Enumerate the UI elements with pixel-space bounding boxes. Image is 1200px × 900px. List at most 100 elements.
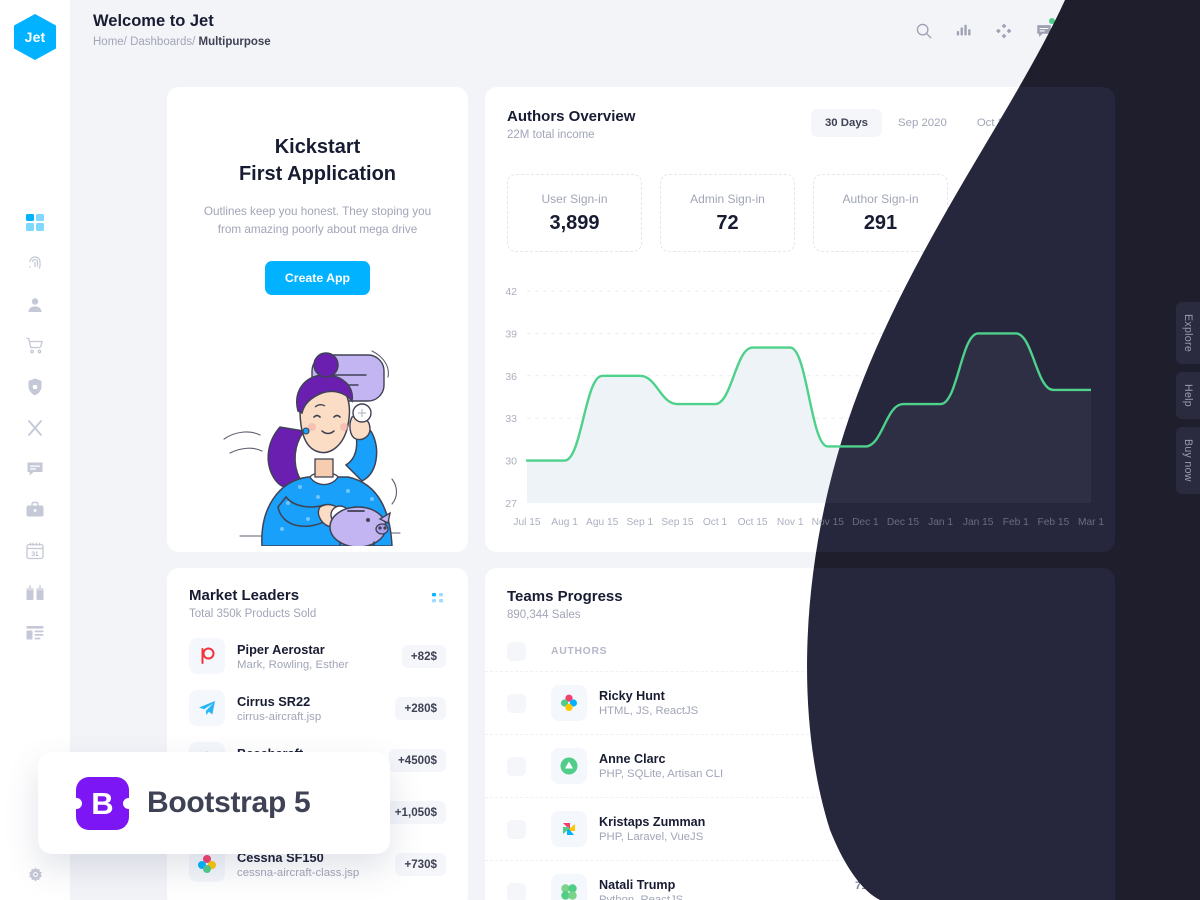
bootstrap-logo-letter: B bbox=[91, 785, 114, 821]
chat-icon bbox=[1035, 22, 1053, 45]
dots-menu-icon bbox=[432, 592, 446, 609]
x-tick-label: Oct 15 bbox=[738, 517, 768, 528]
stat-label: Author Sign-in bbox=[842, 191, 919, 206]
row-progress-pct: 85% bbox=[855, 753, 878, 766]
user-icon bbox=[25, 295, 45, 315]
dark-mode-toggle[interactable] bbox=[1112, 21, 1136, 45]
sidebar-item-layout[interactable] bbox=[18, 622, 52, 644]
x-tick-label: Aug 1 bbox=[551, 517, 578, 528]
figma-icon bbox=[551, 685, 587, 721]
column-action: ACTION bbox=[1048, 646, 1093, 657]
view-button[interactable]: View bbox=[1037, 878, 1093, 900]
sidebar-item-calendar[interactable]: 31 bbox=[18, 540, 52, 562]
sidebar-item-dashboard[interactable] bbox=[18, 212, 52, 234]
layout-icon bbox=[25, 623, 45, 643]
drive-icon bbox=[551, 748, 587, 784]
breadcrumb-home[interactable]: Home/ bbox=[93, 36, 127, 48]
list-item-amount: +82$ bbox=[401, 644, 446, 668]
grid-menu-button[interactable] bbox=[1072, 21, 1096, 45]
grid-icon bbox=[1075, 22, 1093, 45]
sidebar-item-fingerprint[interactable] bbox=[18, 253, 52, 275]
market-more-button[interactable] bbox=[432, 592, 446, 610]
sidebar-settings[interactable] bbox=[18, 864, 52, 886]
fingerprint-icon bbox=[25, 254, 45, 274]
y-tick-label: 27 bbox=[505, 498, 517, 510]
edge-tab-buy-now[interactable]: Buy now bbox=[1176, 427, 1200, 494]
edge-tab-explore[interactable]: Explore bbox=[1176, 302, 1200, 365]
market-subtitle: Total 350k Products Sold bbox=[189, 608, 317, 620]
row-checkbox[interactable] bbox=[507, 693, 526, 713]
header-actions bbox=[912, 0, 1186, 66]
chat-bubble-icon bbox=[25, 459, 45, 479]
tab-30-days[interactable]: 30 Days bbox=[810, 109, 883, 137]
sidebar-item-security[interactable] bbox=[18, 376, 52, 398]
x-tick-label: Jan 15 bbox=[963, 517, 994, 528]
sidebar-item-profile[interactable] bbox=[18, 294, 52, 316]
create-app-button[interactable]: Create App bbox=[264, 261, 371, 296]
shield-lock-icon bbox=[25, 377, 45, 397]
svg-text:31: 31 bbox=[31, 551, 39, 558]
bootstrap-badge[interactable]: B Bootstrap 5 bbox=[38, 752, 390, 854]
notifications-button[interactable] bbox=[1032, 18, 1056, 45]
progress-bar bbox=[855, 836, 1023, 842]
sidebar-item-messages[interactable] bbox=[18, 458, 52, 480]
breadcrumb-dashboards[interactable]: Dashboards/ bbox=[130, 36, 195, 48]
row-checkbox[interactable] bbox=[507, 756, 526, 776]
analytics-button[interactable] bbox=[952, 21, 976, 45]
app-logo[interactable]: Jet bbox=[14, 14, 56, 60]
authors-range-tabs: 30 Days Sep 2020 Oct 2020 More bbox=[810, 109, 1093, 137]
row-action: View bbox=[1023, 878, 1093, 900]
view-button[interactable]: View bbox=[1037, 815, 1093, 843]
x-tick-label: Sep 1 bbox=[626, 517, 653, 528]
teams-controls: All Users Search bbox=[871, 592, 1093, 624]
sidebar-item-briefcase[interactable] bbox=[18, 499, 52, 521]
user-avatar[interactable] bbox=[1152, 16, 1186, 50]
list-item[interactable]: Piper Aerostar Mark, Rowling, Esther +82… bbox=[167, 630, 468, 682]
tab-sep-2020[interactable]: Sep 2020 bbox=[884, 109, 961, 137]
x-tick-label: Dec 15 bbox=[887, 517, 920, 528]
row-action: View bbox=[1023, 815, 1093, 843]
apps-button[interactable] bbox=[992, 21, 1016, 45]
search-input[interactable]: Search bbox=[988, 592, 1093, 624]
select-all-checkbox[interactable] bbox=[507, 642, 526, 661]
list-item-text: Piper Aerostar Mark, Rowling, Esther bbox=[237, 642, 402, 671]
x-tick-label: Sep 15 bbox=[661, 517, 694, 528]
telegram-icon bbox=[189, 690, 225, 726]
row-author-name: Anne Clarc bbox=[599, 752, 666, 766]
sidebar-item-gifts[interactable] bbox=[18, 581, 52, 603]
kickstart-heading-line2: First Application bbox=[238, 162, 397, 185]
view-button[interactable]: View bbox=[1037, 752, 1093, 780]
x-tick-label: Feb 1 bbox=[1003, 517, 1029, 528]
row-author-skills: HTML, JS, ReactJS bbox=[599, 705, 699, 717]
tab-more[interactable]: More bbox=[1039, 109, 1093, 137]
table-row[interactable]: Kristaps Zumman PHP, Laravel, VueJS 47% … bbox=[485, 797, 1115, 860]
column-authors: AUTHORS bbox=[551, 646, 608, 657]
x-tick-label: Dec 1 bbox=[852, 517, 879, 528]
list-item-amount: +4500$ bbox=[388, 748, 446, 772]
search-button[interactable] bbox=[912, 21, 936, 45]
sidebar-item-tools[interactable] bbox=[18, 417, 52, 439]
view-button[interactable]: View bbox=[1037, 689, 1093, 717]
sidebar-item-cart[interactable] bbox=[18, 335, 52, 357]
edge-tab-help[interactable]: Help bbox=[1176, 372, 1200, 420]
progress-bar bbox=[855, 773, 1023, 779]
tab-oct-2020[interactable]: Oct 2020 bbox=[963, 109, 1037, 137]
table-header: AUTHORS PROGRESS ACTION bbox=[485, 642, 1115, 671]
x-tick-label: Jan 1 bbox=[928, 517, 953, 528]
kickstart-description: Outlines keep you honest. They stoping y… bbox=[203, 205, 432, 237]
progress-bar-fill bbox=[855, 710, 965, 716]
user-filter-select[interactable]: All Users bbox=[871, 592, 978, 624]
table-row[interactable]: Anne Clarc PHP, SQLite, Artisan CLI 85% … bbox=[485, 734, 1115, 797]
stat-label: Failed Attempts bbox=[992, 191, 1075, 206]
app-logo-text: Jet bbox=[24, 29, 46, 45]
row-checkbox[interactable] bbox=[507, 882, 526, 900]
list-item[interactable]: Cirrus SR22 cirrus-aircraft.jsp +280$ bbox=[167, 682, 468, 734]
table-row[interactable]: Natali Trump Python, ReactJS 71% View bbox=[485, 860, 1115, 900]
progress-bar-fill bbox=[855, 773, 998, 779]
row-checkbox[interactable] bbox=[507, 819, 526, 839]
authors-area-chart: 27 30 33 36 39 42 Jul 15 Aug 1 Agu 15 Sep 1 Sep 15… bbox=[485, 277, 1115, 547]
table-row[interactable]: Ricky Hunt HTML, JS, ReactJS 65% View bbox=[485, 671, 1115, 734]
progress-bar bbox=[855, 710, 1023, 716]
briefcase-icon bbox=[25, 500, 45, 520]
list-item-desc: cessna-aircraft-class.jsp bbox=[237, 866, 360, 879]
